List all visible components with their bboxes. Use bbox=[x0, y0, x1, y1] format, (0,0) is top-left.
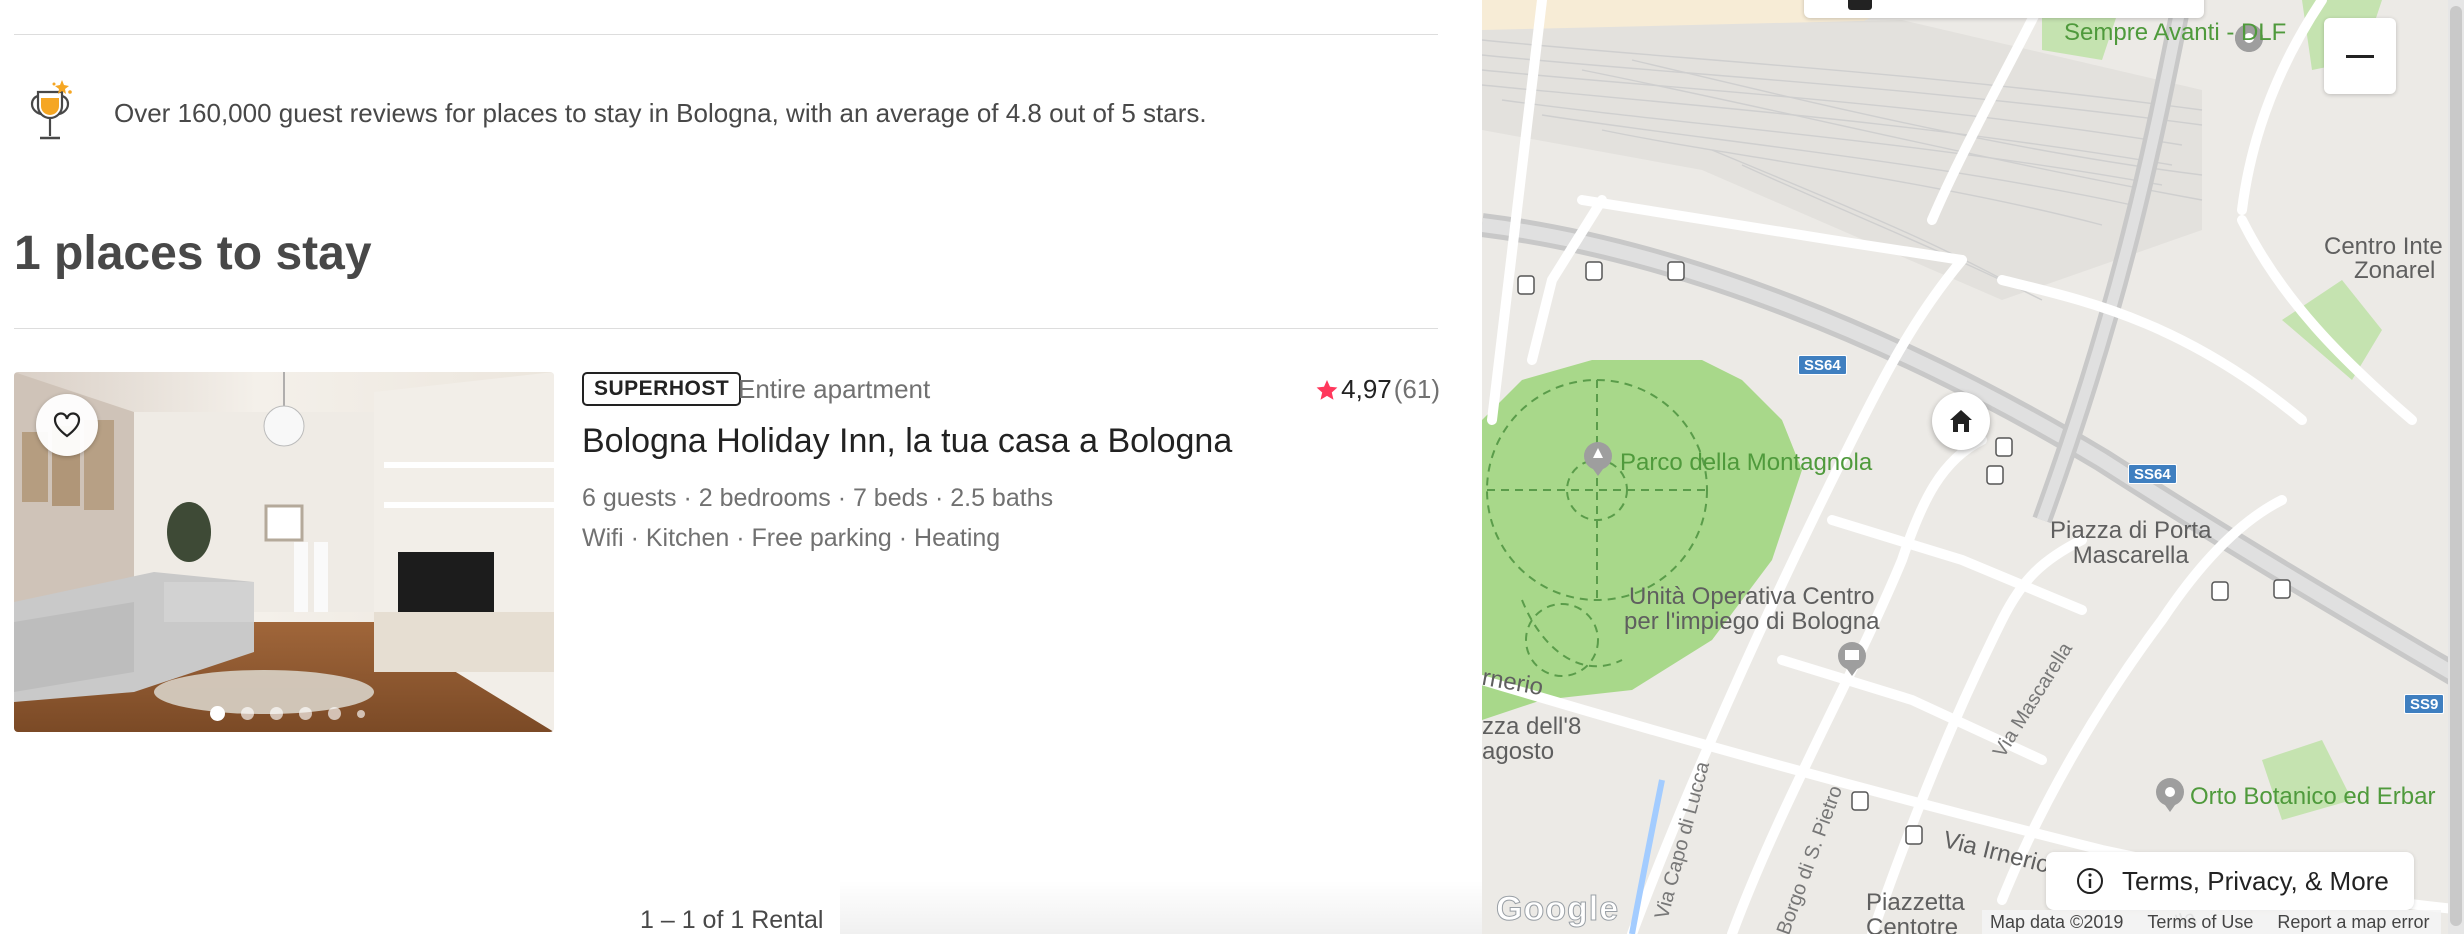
photo-dot[interactable] bbox=[328, 707, 341, 720]
pagination-summary: 1 – 1 of 1 Rental bbox=[640, 906, 824, 934]
photo-dot[interactable] bbox=[299, 707, 312, 720]
map[interactable]: Sempre Avanti - DLF Centro Inte Zonarel … bbox=[1482, 0, 2464, 934]
google-logo: Google bbox=[1495, 890, 1620, 929]
map-search-toggle[interactable] bbox=[1804, 0, 2204, 18]
photo-dot[interactable] bbox=[241, 707, 254, 720]
map-terms-link[interactable]: Terms of Use bbox=[2147, 912, 2253, 933]
map-label: Piazza di Porta Mascarella bbox=[2050, 517, 2212, 570]
listing-details: 6 guests · 2 bedrooms · 7 beds · 2.5 bat… bbox=[582, 484, 1054, 512]
terms-privacy-label: Terms, Privacy, & More bbox=[2122, 865, 2389, 896]
listing-title[interactable]: Bologna Holiday Inn, la tua casa a Bolog… bbox=[582, 422, 1232, 461]
listing-type: Entire apartment bbox=[738, 374, 931, 404]
map-label: zza dell'8 agosto bbox=[1482, 713, 1582, 766]
highway-shield: SS64 bbox=[1798, 355, 1847, 375]
footer-shadow bbox=[840, 880, 1482, 934]
photo-dot[interactable] bbox=[270, 707, 283, 720]
map-label: Parco della Montagnola bbox=[1620, 449, 1873, 476]
info-icon bbox=[2077, 868, 2103, 894]
listing-amenities: Wifi · Kitchen · Free parking · Heating bbox=[582, 524, 1001, 552]
rating-value: 4,97 bbox=[1341, 374, 1392, 404]
scrollbar-thumb[interactable] bbox=[2450, 6, 2462, 926]
highway-shield: SS64 bbox=[2128, 464, 2177, 484]
map-label: Sempre Avanti - DLF bbox=[2064, 19, 2287, 46]
results-heading: 1 places to stay bbox=[14, 227, 372, 280]
listing-info: SUPERHOST Entire apartment 4,97 (61) Bol… bbox=[582, 372, 1440, 732]
scrollbar[interactable] bbox=[2448, 0, 2464, 934]
listing-photo[interactable] bbox=[14, 372, 554, 732]
map-label: Zonarel bbox=[2354, 257, 2436, 284]
trophy-icon bbox=[30, 80, 72, 140]
map-label: Centro Inte bbox=[2324, 233, 2443, 260]
map-label: Orto Botanico ed Erbar bbox=[2190, 783, 2436, 810]
rating: 4,97 (61) bbox=[1315, 374, 1440, 405]
photo-pagination-dots bbox=[210, 706, 365, 721]
reviews-summary: Over 160,000 guest reviews for places to… bbox=[14, 72, 1434, 152]
map-data-attribution: Map data ©2019 bbox=[1990, 911, 2124, 932]
checkbox-icon bbox=[1848, 0, 1872, 10]
map-label: Piazzetta Centotre bbox=[1866, 889, 1965, 934]
listing-map-marker[interactable] bbox=[1932, 392, 1990, 450]
save-to-wishlist-button[interactable] bbox=[36, 394, 98, 456]
minus-icon bbox=[2346, 54, 2374, 58]
highway-shield: SS9 bbox=[2404, 694, 2445, 714]
map-attribution: Map data ©2019 Terms of Use Report a map… bbox=[1982, 910, 2442, 934]
reviews-summary-text: Over 160,000 guest reviews for places to… bbox=[114, 98, 1207, 128]
listing-card[interactable]: SUPERHOST Entire apartment 4,97 (61) Bol… bbox=[14, 372, 1440, 732]
heart-icon bbox=[53, 412, 81, 438]
photo-dot[interactable] bbox=[210, 706, 225, 721]
map-label: Unità Operativa Centro per l'impiego di … bbox=[1624, 583, 1880, 636]
superhost-badge: SUPERHOST bbox=[582, 372, 742, 406]
divider bbox=[14, 328, 1438, 329]
rating-count: (61) bbox=[1393, 374, 1440, 404]
home-icon bbox=[1950, 410, 1972, 432]
zoom-out-button[interactable] bbox=[2324, 18, 2396, 94]
star-icon bbox=[1316, 379, 1338, 400]
photo-dot[interactable] bbox=[357, 709, 365, 718]
listings-pane: Over 160,000 guest reviews for places to… bbox=[0, 0, 1482, 934]
report-map-error-link[interactable]: Report a map error bbox=[2277, 912, 2429, 933]
terms-privacy-button[interactable]: Terms, Privacy, & More bbox=[2046, 852, 2414, 910]
divider bbox=[14, 34, 1438, 35]
